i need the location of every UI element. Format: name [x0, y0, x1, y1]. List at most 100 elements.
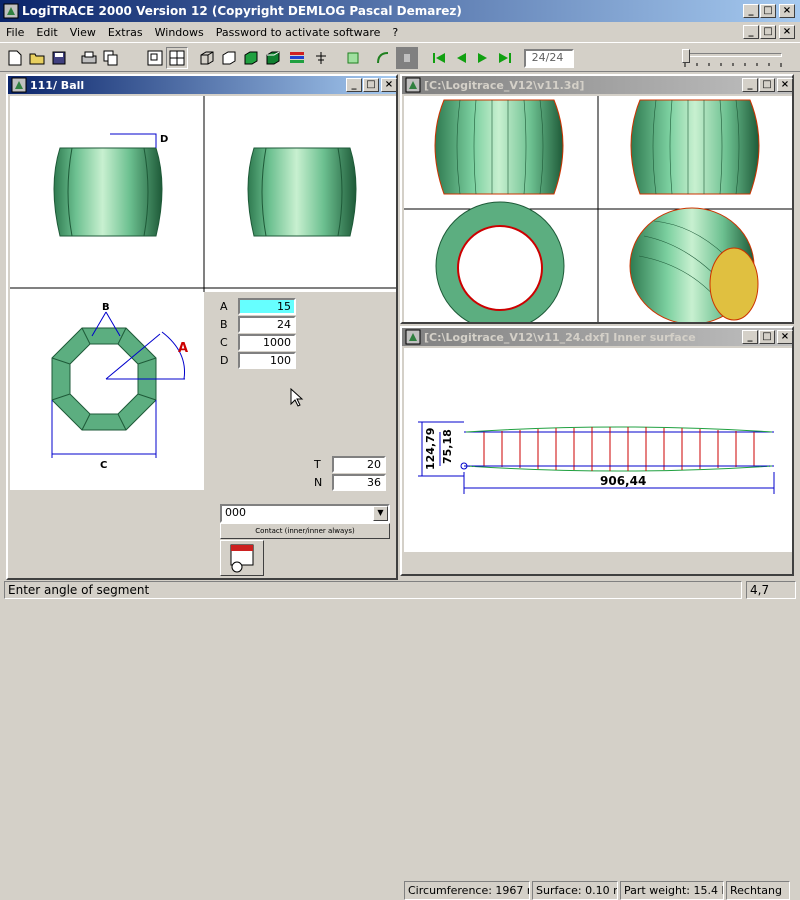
contact-select[interactable]: 000 ▼ [220, 504, 390, 523]
single-view-icon[interactable] [144, 47, 166, 69]
param-t-input[interactable]: 20 [332, 456, 386, 473]
copy-icon[interactable] [100, 47, 122, 69]
ball-window-titlebar[interactable]: 111/ Ball _ □ × [8, 76, 397, 94]
params-panel: A 15 B 24 C 1000 D 100 T 20 N 36 [206, 294, 396, 491]
app-icon [405, 329, 421, 345]
close-icon[interactable]: × [381, 78, 397, 92]
minimize-icon[interactable]: _ [742, 78, 758, 92]
maximize-icon[interactable]: □ [760, 4, 776, 18]
param-b-label: B [220, 318, 228, 331]
status-value: 4,7 [746, 581, 796, 599]
front-views-canvas[interactable]: D [10, 96, 396, 292]
unrolled-surface [460, 426, 774, 472]
param-d-input[interactable]: 100 [238, 352, 296, 369]
print-icon[interactable] [78, 47, 100, 69]
view3d-window-title: [C:\Logitrace_V12\v11.3d] [424, 78, 585, 92]
maximize-icon[interactable]: □ [759, 78, 775, 92]
close-icon[interactable]: × [779, 4, 795, 18]
param-d-label: D [220, 354, 229, 367]
dxf-window: [C:\Logitrace_V12\v11_24.dxf] Inner surf… [400, 326, 794, 900]
menu-password[interactable]: Password to activate software [210, 26, 387, 39]
dim-height1-label: 124,79 [424, 428, 437, 470]
close-icon[interactable]: × [777, 330, 793, 344]
contact-button[interactable]: Contact (inner/inner always) [220, 523, 390, 539]
tree-icon[interactable] [310, 47, 332, 69]
menu-bar: File Edit View Extras Windows Password t… [0, 22, 800, 42]
export-button[interactable] [220, 540, 264, 576]
circumference-info: Circumference: 1967 mm [404, 881, 530, 900]
minimize-icon[interactable]: _ [346, 78, 362, 92]
dim-height2-label: 75,18 [441, 429, 454, 464]
new-file-icon[interactable] [4, 47, 26, 69]
menu-view[interactable]: View [64, 26, 102, 39]
param-t-label: T [314, 458, 321, 471]
view3d-canvas[interactable] [404, 96, 792, 331]
app-title: LogiTRACE 2000 Version 12 (Copyright DEM… [22, 4, 462, 18]
dim-a-label: A [178, 341, 188, 356]
view3d-window: [C:\Logitrace_V12\v11.3d] _ □ × [400, 74, 794, 331]
wireframe-icon[interactable] [196, 47, 218, 69]
dim-width-label: 906,44 [600, 474, 646, 488]
slider-thumb[interactable] [682, 49, 690, 63]
param-n-input[interactable]: 36 [332, 474, 386, 491]
app-icon [3, 3, 19, 19]
ball-window-title: 111/ Ball [30, 78, 85, 92]
ball-side-3d [630, 99, 760, 195]
mouse-cursor-icon [290, 388, 304, 407]
dxf-window-title: [C:\Logitrace_V12\v11_24.dxf] Inner surf… [424, 330, 696, 344]
status-message: Enter angle of segment [4, 581, 742, 599]
mdi-restore-icon[interactable]: □ [760, 25, 776, 39]
param-c-input[interactable]: 1000 [238, 334, 296, 351]
dxf-canvas[interactable]: 124,79 75,18 906,44 [404, 348, 792, 552]
quad-view-icon[interactable] [166, 47, 188, 69]
outline-icon[interactable] [342, 47, 364, 69]
menu-extras[interactable]: Extras [102, 26, 149, 39]
mdi-close-icon[interactable]: × [779, 25, 795, 39]
contact-select-value: 000 [225, 506, 246, 519]
mdi-minimize-icon[interactable]: _ [743, 25, 759, 39]
param-n-label: N [314, 476, 323, 489]
menu-help[interactable]: ? [386, 26, 404, 39]
ball-window: 111/ Ball _ □ × D B A C A 15 B 24 C 1000… [6, 74, 398, 580]
ball-iso-3d [629, 207, 759, 325]
last-page-icon[interactable] [494, 47, 516, 69]
curve-icon[interactable] [372, 47, 394, 69]
page-counter[interactable]: 24/24 [524, 49, 574, 68]
menu-file[interactable]: File [0, 26, 30, 39]
dim-c-label: C [100, 460, 107, 471]
box-icon[interactable] [218, 47, 240, 69]
shape-info: Rechtang [726, 881, 790, 900]
first-page-icon[interactable] [428, 47, 450, 69]
app-titlebar: LogiTRACE 2000 Version 12 (Copyright DEM… [0, 0, 800, 22]
minimize-icon[interactable]: _ [743, 4, 759, 18]
chevron-down-icon[interactable]: ▼ [373, 506, 388, 521]
param-a-input[interactable]: 15 [238, 298, 296, 315]
menu-windows[interactable]: Windows [149, 26, 210, 39]
segment-side-view [247, 147, 357, 237]
param-b-input[interactable]: 24 [238, 316, 296, 333]
octagon-section-canvas[interactable]: B A C [10, 292, 204, 490]
weight-info: Part weight: 15.4 kg [620, 881, 724, 900]
next-page-icon[interactable] [472, 47, 494, 69]
prev-page-icon[interactable] [450, 47, 472, 69]
minimize-icon[interactable]: _ [742, 330, 758, 344]
dxf-window-titlebar[interactable]: [C:\Logitrace_V12\v11_24.dxf] Inner surf… [402, 328, 793, 346]
save-icon[interactable] [48, 47, 70, 69]
solid-icon[interactable] [262, 47, 284, 69]
open-folder-icon[interactable] [26, 47, 48, 69]
menu-edit[interactable]: Edit [30, 26, 63, 39]
zoom-slider[interactable] [680, 48, 784, 68]
toolbar: 24/24 [0, 42, 800, 72]
maximize-icon[interactable]: □ [363, 78, 379, 92]
maximize-icon[interactable]: □ [759, 330, 775, 344]
view3d-window-titlebar[interactable]: [C:\Logitrace_V12\v11.3d] _ □ × [402, 76, 793, 94]
disabled-tool-icon[interactable] [396, 47, 418, 69]
status-bar: Enter angle of segment 4,7 [0, 579, 800, 600]
segment-front-view [53, 147, 163, 237]
dim-d-label: D [160, 134, 168, 145]
close-icon[interactable]: × [777, 78, 793, 92]
export-icon [230, 544, 254, 573]
shaded-icon[interactable] [240, 47, 262, 69]
color-bands-icon[interactable] [286, 47, 308, 69]
param-c-label: C [220, 336, 228, 349]
